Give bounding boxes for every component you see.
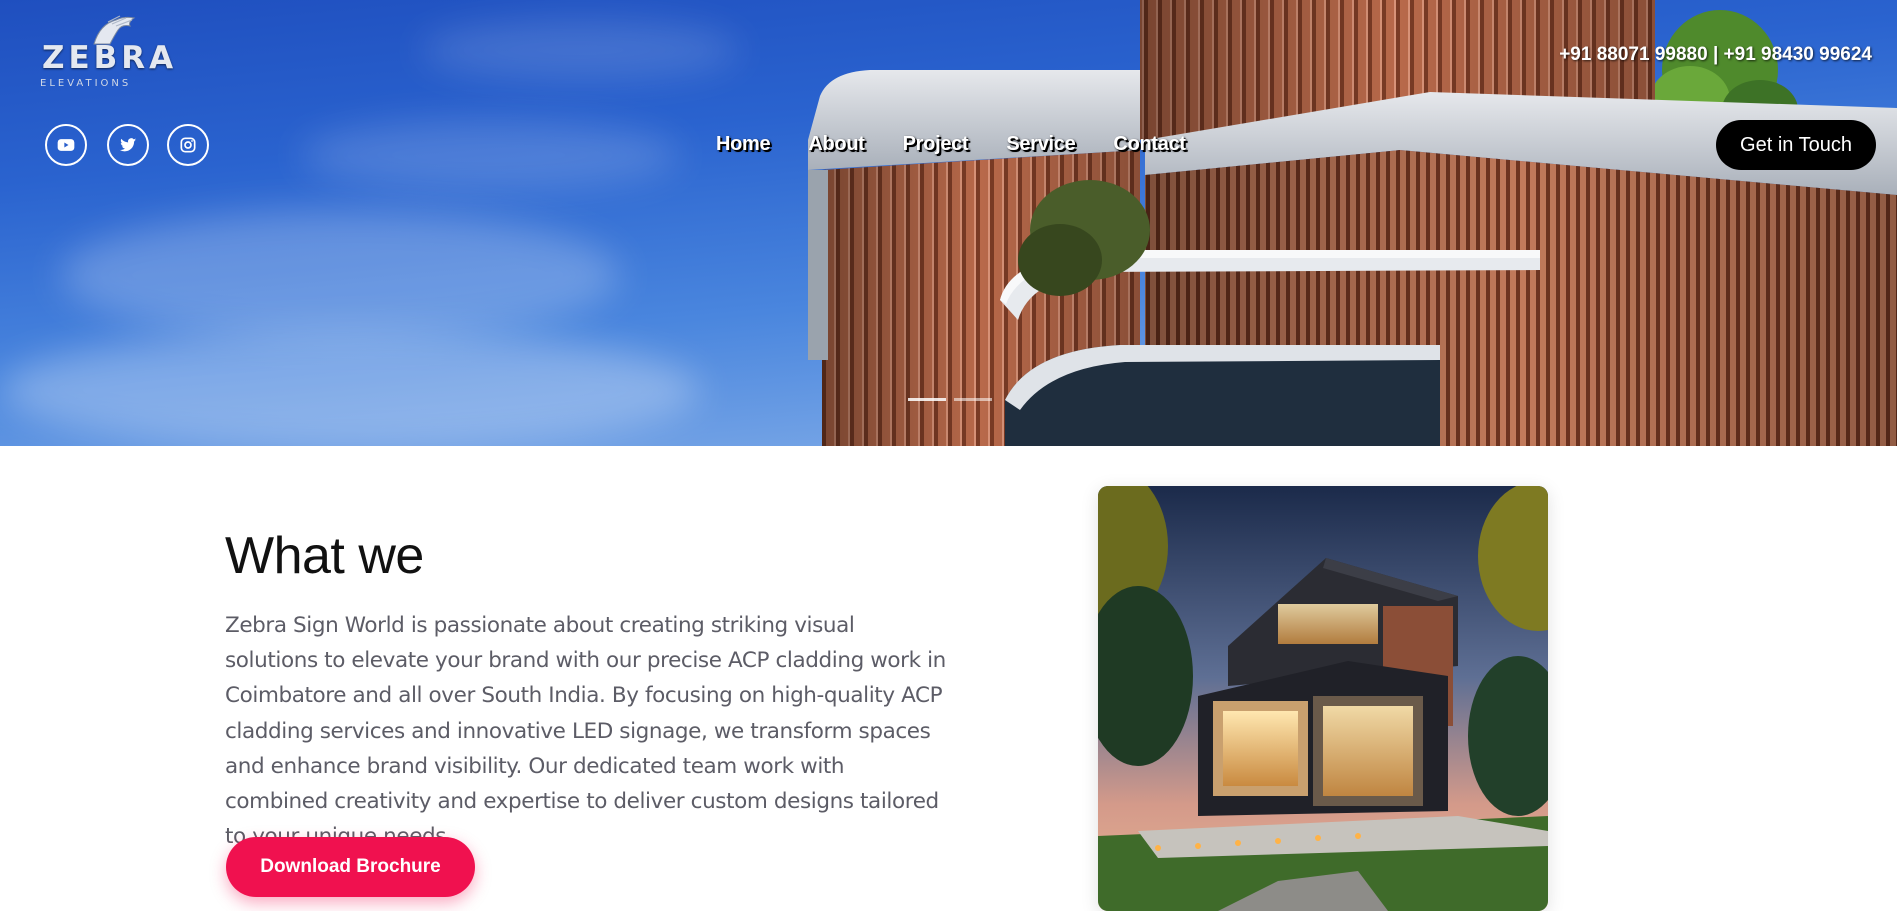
hero-building-image — [808, 0, 1897, 446]
nav-service[interactable]: Service — [1006, 133, 1075, 156]
twitter-link[interactable] — [107, 124, 149, 166]
section-description: Zebra Sign World is passionate about cre… — [225, 613, 946, 850]
modern-house-image — [1098, 486, 1548, 911]
get-in-touch-button[interactable]: Get in Touch — [1716, 120, 1876, 170]
nav-about[interactable]: About — [808, 133, 865, 156]
phone-numbers[interactable]: +91 88071 99880 | +91 98430 99624 — [1559, 44, 1872, 66]
nav-contact[interactable]: Contact — [1113, 133, 1186, 156]
nav-project[interactable]: Project — [903, 133, 969, 156]
youtube-icon — [57, 139, 75, 151]
slider-dot-1[interactable] — [908, 398, 946, 401]
hero-banner: ZEBRA ELEVATIONS Home About Project Serv… — [0, 0, 1897, 446]
youtube-link[interactable] — [45, 124, 87, 166]
logo-subtext: ELEVATIONS — [40, 78, 132, 89]
section-heading: What we — [225, 527, 424, 585]
twitter-icon — [119, 138, 137, 152]
house-photo — [1098, 486, 1548, 911]
instagram-icon — [180, 137, 196, 153]
logo-wordmark: ZEBRA — [42, 40, 178, 76]
main-nav: Home About Project Service Contact — [716, 133, 1224, 156]
logo[interactable]: ZEBRA ELEVATIONS — [38, 15, 173, 96]
nav-home[interactable]: Home — [716, 133, 771, 156]
download-brochure-button[interactable]: Download Brochure — [226, 837, 475, 897]
slider-indicators — [908, 398, 992, 401]
slider-dot-2[interactable] — [954, 398, 992, 401]
instagram-link[interactable] — [167, 124, 209, 166]
